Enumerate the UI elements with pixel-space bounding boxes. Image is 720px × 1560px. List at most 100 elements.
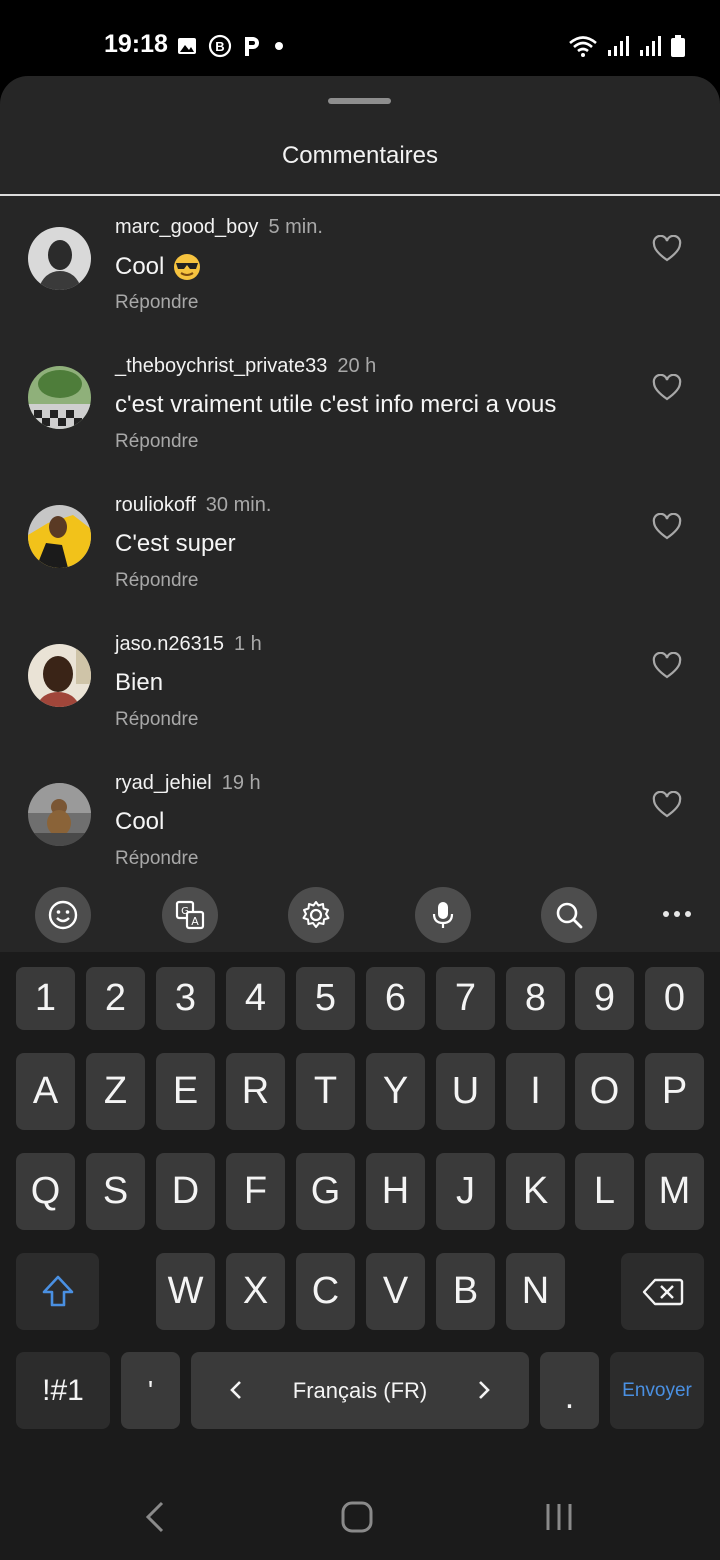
key-1[interactable]: 1 <box>16 967 75 1030</box>
key-a[interactable]: A <box>16 1053 75 1130</box>
heart-icon[interactable] <box>652 791 682 819</box>
key-k[interactable]: K <box>506 1153 565 1230</box>
avatar[interactable] <box>28 505 91 568</box>
chevron-left-icon <box>230 1381 241 1399</box>
backspace-icon <box>642 1278 683 1305</box>
key-3[interactable]: 3 <box>156 967 215 1030</box>
comment-item: rouliokoff 30 min. C'est super Répondre <box>0 478 720 617</box>
notification-icons: B <box>176 34 286 58</box>
comment-username[interactable]: jaso.n26315 <box>115 633 224 655</box>
key-j[interactable]: J <box>436 1153 495 1230</box>
comment-username[interactable]: _theboychrist_private33 <box>115 355 327 377</box>
comment-text-row: Bien <box>115 669 163 697</box>
comment-username[interactable]: rouliokoff <box>115 494 196 516</box>
heart-icon[interactable] <box>652 235 682 263</box>
translate-button[interactable]: G A <box>162 887 218 943</box>
key-9[interactable]: 9 <box>575 967 634 1030</box>
comment-username[interactable]: ryad_jehiel <box>115 772 212 794</box>
drag-handle[interactable] <box>328 98 391 104</box>
heart-icon[interactable] <box>652 513 682 541</box>
settings-button[interactable] <box>288 887 344 943</box>
avatar[interactable] <box>28 644 91 707</box>
avatar[interactable] <box>28 366 91 429</box>
key-n[interactable]: N <box>506 1253 565 1330</box>
home-icon[interactable] <box>340 1500 374 1534</box>
reply-button[interactable]: Répondre <box>115 431 198 453</box>
key-s[interactable]: S <box>86 1153 145 1230</box>
key-l[interactable]: L <box>575 1153 634 1230</box>
apostrophe-key[interactable]: ' <box>121 1352 180 1429</box>
avatar[interactable] <box>28 227 91 290</box>
key-8[interactable]: 8 <box>506 967 565 1030</box>
key-p[interactable]: P <box>645 1053 704 1130</box>
comment-time: 5 min. <box>268 216 323 238</box>
comment-username[interactable]: marc_good_boy <box>115 216 258 238</box>
send-key[interactable]: Envoyer <box>610 1352 704 1429</box>
comment-text: c'est vraiment utile c'est info merci a … <box>115 391 557 418</box>
recents-icon[interactable] <box>544 1502 574 1532</box>
comment-item: marc_good_boy 5 min. Cool Répondre <box>0 200 720 339</box>
key-x[interactable]: X <box>226 1253 285 1330</box>
period-key[interactable]: . <box>540 1352 599 1429</box>
comment-text: C'est super <box>115 530 236 557</box>
key-f[interactable]: F <box>226 1153 285 1230</box>
key-2[interactable]: 2 <box>86 967 145 1030</box>
avatar[interactable] <box>28 783 91 846</box>
key-u[interactable]: U <box>436 1053 495 1130</box>
key-r[interactable]: R <box>226 1053 285 1130</box>
key-o[interactable]: O <box>575 1053 634 1130</box>
key-y[interactable]: Y <box>366 1053 425 1130</box>
key-d[interactable]: D <box>156 1153 215 1230</box>
more-icon[interactable] <box>650 896 704 932</box>
voice-input-button[interactable] <box>415 887 471 943</box>
key-z[interactable]: Z <box>86 1053 145 1130</box>
heart-icon[interactable] <box>652 374 682 402</box>
comment-item: ryad_jehiel 19 h Cool Répondre <box>0 756 720 895</box>
key-m[interactable]: M <box>645 1153 704 1230</box>
comment-time: 1 h <box>233 633 262 655</box>
comment-text-row: C'est super <box>115 530 236 558</box>
key-q[interactable]: Q <box>16 1153 75 1230</box>
emoji-button[interactable] <box>35 887 91 943</box>
system-icons <box>568 34 686 58</box>
dot-icon <box>275 42 283 50</box>
reply-button[interactable]: Répondre <box>115 848 198 870</box>
key-w[interactable]: W <box>156 1253 215 1330</box>
wifi-icon <box>569 36 597 57</box>
shift-key[interactable] <box>16 1253 99 1330</box>
settings-icon <box>302 901 330 928</box>
key-6[interactable]: 6 <box>366 967 425 1030</box>
key-e[interactable]: E <box>156 1053 215 1130</box>
space-key[interactable]: Français (FR) <box>191 1352 529 1429</box>
comment-item: _theboychrist_private33 20 h c'est vraime… <box>0 339 720 478</box>
key-g[interactable]: G <box>296 1153 355 1230</box>
key-0[interactable]: 0 <box>645 967 704 1030</box>
shift-arrow-icon <box>42 1275 73 1306</box>
key-4[interactable]: 4 <box>226 967 285 1030</box>
translate-icon: G A <box>175 900 205 930</box>
comment-text: Bien <box>115 669 164 696</box>
key-t[interactable]: T <box>296 1053 355 1130</box>
key-5[interactable]: 5 <box>296 967 355 1030</box>
comment-text-row: Cool <box>115 808 164 836</box>
status-bar: 19:18 B <box>0 0 720 80</box>
heart-icon[interactable] <box>652 652 682 680</box>
svg-text:G: G <box>181 906 189 917</box>
key-7[interactable]: 7 <box>436 967 495 1030</box>
symbols-key[interactable]: !#1 <box>16 1352 110 1429</box>
reply-button[interactable]: Répondre <box>115 570 198 592</box>
comment-text-row: Cool <box>115 252 202 282</box>
svg-text:A: A <box>191 915 199 928</box>
back-icon[interactable] <box>140 1500 172 1534</box>
reply-button[interactable]: Répondre <box>115 292 198 314</box>
reply-button[interactable]: Répondre <box>115 709 198 731</box>
comment-item: jaso.n26315 1 h Bien Répondre <box>0 617 720 756</box>
key-c[interactable]: C <box>296 1253 355 1330</box>
comment-header: _theboychrist_private33 20 h <box>115 355 376 378</box>
key-b[interactable]: B <box>436 1253 495 1330</box>
backspace-key[interactable] <box>621 1253 704 1330</box>
key-v[interactable]: V <box>366 1253 425 1330</box>
key-h[interactable]: H <box>366 1153 425 1230</box>
search-button[interactable] <box>541 887 597 943</box>
key-i[interactable]: I <box>506 1053 565 1130</box>
